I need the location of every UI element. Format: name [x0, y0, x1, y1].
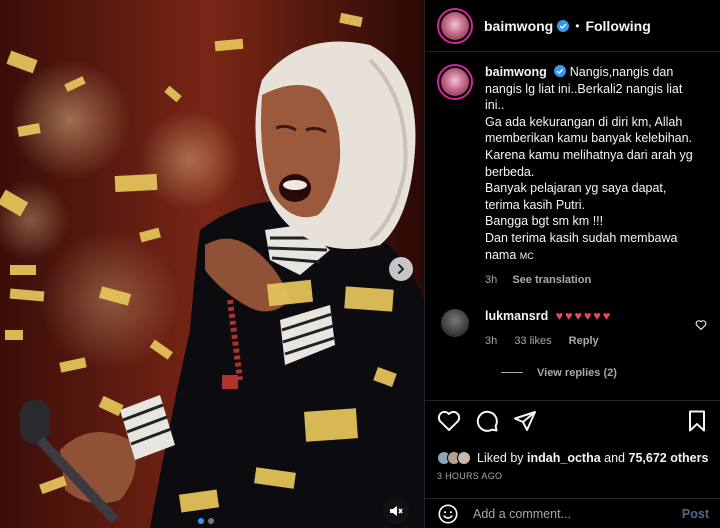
post-media[interactable] — [0, 0, 424, 528]
caption-mc-text: MC — [519, 250, 534, 261]
carousel-next-button[interactable] — [389, 257, 413, 281]
speech-bubble-icon[interactable] — [475, 409, 499, 433]
liker-avatars — [437, 451, 471, 465]
liked-by-user[interactable]: indah_octha — [527, 451, 601, 465]
speaker-muted-icon — [390, 506, 403, 516]
commenter-username[interactable]: lukmansrd — [485, 309, 548, 323]
carousel-indicator — [198, 518, 214, 524]
liked-by-prefix: Liked by — [477, 451, 524, 465]
caption-meta: 3h See translation — [485, 272, 701, 289]
comment-text: ♥♥♥♥♥♥ — [555, 308, 613, 323]
caption-line: Dan terima kasih sudah membawa nama — [485, 230, 678, 262]
view-replies-divider — [501, 372, 523, 374]
carousel-dot-1 — [198, 518, 204, 524]
heart-outline-icon[interactable] — [695, 319, 707, 331]
caption-author-avatar[interactable] — [437, 64, 473, 100]
mute-button[interactable] — [383, 498, 409, 524]
smiley-icon[interactable] — [437, 503, 459, 525]
comment-item: lukmansrd ♥♥♥♥♥♥ 3h 33 likes Reply — [437, 308, 709, 347]
post-comment-button[interactable]: Post — [682, 507, 709, 521]
caption-line: Bangga bgt sm km !!! — [485, 214, 604, 229]
post-header: baimwong • Following — [425, 0, 720, 52]
carousel-dot-2 — [208, 518, 214, 524]
chevron-right-icon — [398, 264, 404, 274]
author-avatar[interactable] — [437, 7, 473, 44]
caption-line: Ga ada kekurangan di diri km, Allah memb… — [485, 114, 693, 179]
comment-meta: 3h 33 likes Reply — [485, 335, 695, 347]
verified-badge-icon — [554, 65, 567, 77]
comment-input[interactable] — [473, 506, 682, 521]
reply-button[interactable]: Reply — [569, 335, 599, 347]
post-timestamp: 3 HOURS AGO — [437, 471, 503, 481]
commenter-avatar[interactable] — [441, 308, 469, 337]
author-username[interactable]: baimwong — [484, 18, 553, 34]
bookmark-icon[interactable] — [685, 409, 709, 433]
view-replies-label: View replies (2) — [537, 366, 617, 379]
liked-by-and: and — [604, 451, 626, 465]
caption-line: Banyak pelajaran yg saya dapat, terima k… — [485, 181, 667, 212]
comment-composer: Post — [425, 498, 720, 528]
verified-badge-icon — [557, 19, 570, 32]
comments-list[interactable]: baimwong Nangis,nangis dan nangis lg lia… — [425, 52, 720, 392]
view-replies-button[interactable]: View replies (2) — [501, 367, 709, 379]
header-separator: • — [575, 18, 580, 33]
paper-plane-icon[interactable] — [513, 409, 537, 433]
caption-age: 3h — [485, 274, 498, 287]
post-side-panel: baimwong • Following baimwong Nangis,nan… — [424, 0, 720, 528]
see-translation-link[interactable]: See translation — [512, 274, 591, 286]
likes-summary[interactable]: Liked by indah_octha and 75,672 others — [437, 451, 709, 465]
post-actions: Liked by indah_octha and 75,672 others 3… — [425, 400, 720, 481]
liked-by-others[interactable]: 75,672 others — [629, 451, 709, 465]
action-bar — [437, 409, 709, 433]
following-button[interactable]: Following — [585, 18, 650, 34]
comment-age: 3h — [485, 334, 498, 347]
caption-author-username[interactable]: baimwong — [485, 65, 547, 79]
post-caption: baimwong Nangis,nangis dan nangis lg lia… — [437, 64, 709, 289]
heart-outline-icon[interactable] — [437, 409, 461, 433]
media-photo — [0, 0, 424, 528]
comment-like-count[interactable]: 33 likes — [514, 335, 551, 347]
